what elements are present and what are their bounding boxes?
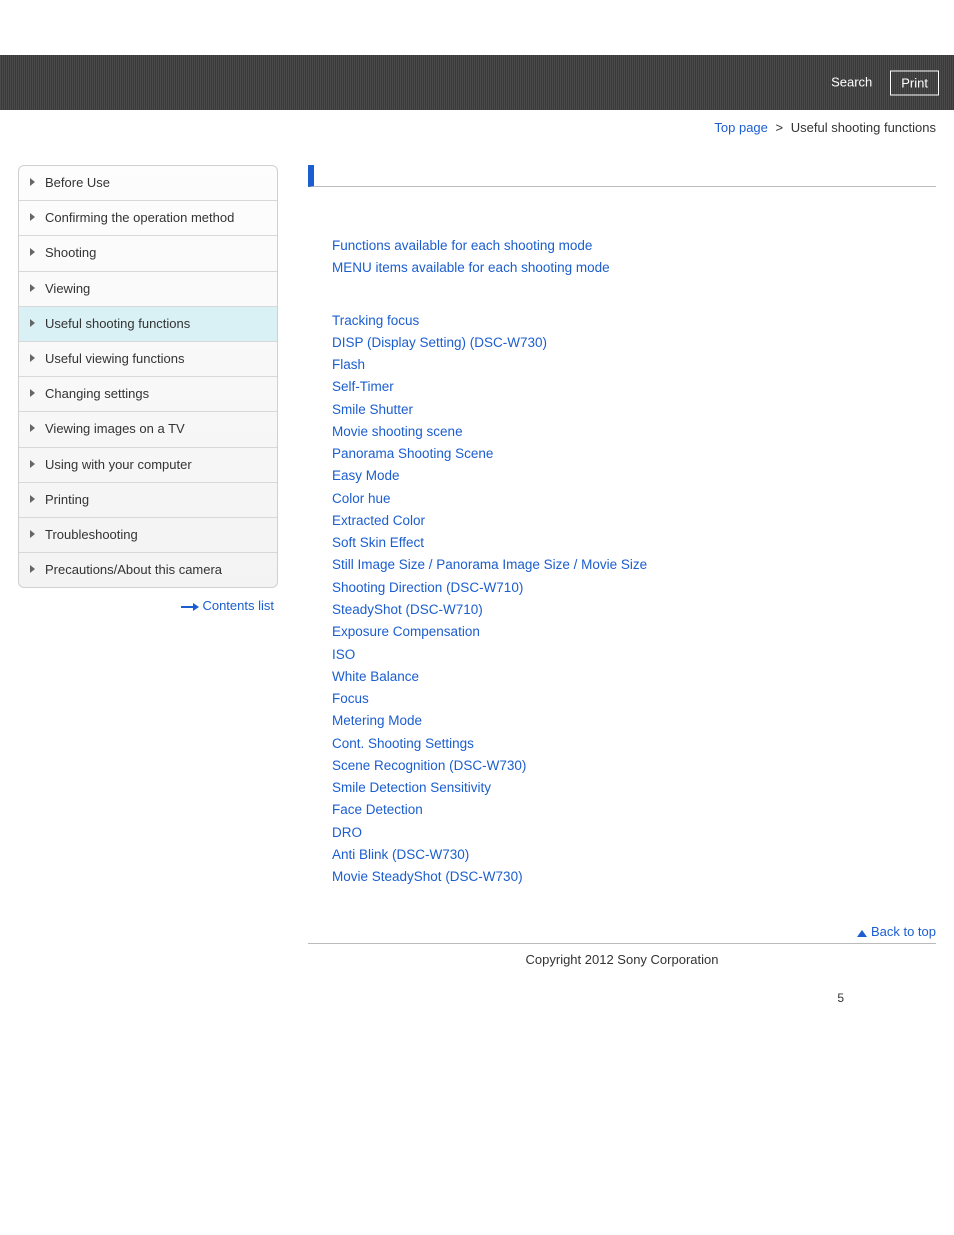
sidebar-item[interactable]: Useful viewing functions: [19, 342, 277, 377]
sidebar-item-label: Changing settings: [45, 386, 149, 401]
sidebar-item[interactable]: Using with your computer: [19, 448, 277, 483]
sidebar: Before Use Confirming the operation metho…: [18, 165, 278, 588]
breadcrumb: Top page > Useful shooting functions: [0, 110, 954, 165]
content-link[interactable]: DRO: [332, 822, 936, 844]
sidebar-item-label: Useful viewing functions: [45, 351, 184, 366]
sidebar-item[interactable]: Before Use: [19, 166, 277, 201]
content-link[interactable]: Functions available for each shooting mo…: [332, 235, 936, 257]
content-link[interactable]: Scene Recognition (DSC-W730): [332, 755, 936, 777]
link-group-functions: Tracking focusDISP (Display Setting) (DS…: [332, 310, 936, 889]
content-link[interactable]: White Balance: [332, 666, 936, 688]
content-link[interactable]: Focus: [332, 688, 936, 710]
content-link[interactable]: Still Image Size / Panorama Image Size /…: [332, 554, 936, 576]
content-link[interactable]: Self-Timer: [332, 376, 936, 398]
content-link[interactable]: Shooting Direction (DSC-W710): [332, 577, 936, 599]
header-band: Search Print: [0, 55, 954, 110]
sidebar-item[interactable]: Printing: [19, 483, 277, 518]
breadcrumb-current: Useful shooting functions: [791, 120, 936, 135]
sidebar-item-label: Useful shooting functions: [45, 316, 190, 331]
back-to-top-row: Back to top: [308, 918, 936, 944]
triangle-up-icon: [857, 930, 867, 937]
content-link[interactable]: MENU items available for each shooting m…: [332, 257, 936, 279]
sidebar-item-label: Precautions/About this camera: [45, 562, 222, 577]
header-actions: Search Print: [821, 70, 939, 95]
content-link[interactable]: Color hue: [332, 488, 936, 510]
content-link[interactable]: Soft Skin Effect: [332, 532, 936, 554]
sidebar-item[interactable]: Troubleshooting: [19, 518, 277, 553]
sidebar-wrapper: Before Use Confirming the operation metho…: [18, 165, 278, 613]
content-link[interactable]: SteadyShot (DSC-W710): [332, 599, 936, 621]
content-link[interactable]: Smile Detection Sensitivity: [332, 777, 936, 799]
sidebar-item[interactable]: Shooting: [19, 236, 277, 271]
content-link[interactable]: DISP (Display Setting) (DSC-W730): [332, 332, 936, 354]
sidebar-item-label: Before Use: [45, 175, 110, 190]
sidebar-item-label: Printing: [45, 492, 89, 507]
contents-list-row: Contents list: [18, 588, 278, 613]
content-link[interactable]: Smile Shutter: [332, 399, 936, 421]
content-link[interactable]: Flash: [332, 354, 936, 376]
content-link[interactable]: Anti Blink (DSC-W730): [332, 844, 936, 866]
arrow-right-icon: [181, 604, 199, 610]
breadcrumb-separator: >: [772, 120, 788, 135]
sidebar-item-label: Troubleshooting: [45, 527, 138, 542]
sidebar-item-label: Confirming the operation method: [45, 210, 234, 225]
content-link[interactable]: Face Detection: [332, 799, 936, 821]
search-button[interactable]: Search: [821, 70, 882, 95]
page-number: 5: [837, 991, 844, 1005]
content-link[interactable]: Metering Mode: [332, 710, 936, 732]
copyright-text: Copyright 2012 Sony Corporation: [308, 944, 936, 975]
content-link[interactable]: ISO: [332, 644, 936, 666]
sidebar-item[interactable]: Useful shooting functions: [19, 307, 277, 342]
sidebar-item[interactable]: Confirming the operation method: [19, 201, 277, 236]
sidebar-item[interactable]: Viewing: [19, 272, 277, 307]
link-group-overview: Functions available for each shooting mo…: [332, 235, 936, 280]
main-content: Functions available for each shooting mo…: [308, 165, 936, 975]
back-to-top-link[interactable]: Back to top: [857, 924, 936, 939]
contents-list-link[interactable]: Contents list: [202, 598, 274, 613]
content-link[interactable]: Extracted Color: [332, 510, 936, 532]
sidebar-item-label: Using with your computer: [45, 457, 192, 472]
sidebar-item[interactable]: Viewing images on a TV: [19, 412, 277, 447]
print-button[interactable]: Print: [890, 70, 939, 95]
content-link[interactable]: Cont. Shooting Settings: [332, 733, 936, 755]
sidebar-item-label: Shooting: [45, 245, 96, 260]
sidebar-item-label: Viewing: [45, 281, 90, 296]
content-link[interactable]: Tracking focus: [332, 310, 936, 332]
content-link[interactable]: Panorama Shooting Scene: [332, 443, 936, 465]
breadcrumb-top-link[interactable]: Top page: [714, 120, 768, 135]
sidebar-item[interactable]: Changing settings: [19, 377, 277, 412]
sidebar-item[interactable]: Precautions/About this camera: [19, 553, 277, 587]
content-link[interactable]: Exposure Compensation: [332, 621, 936, 643]
section-title-bar: [308, 165, 936, 187]
content-link[interactable]: Movie shooting scene: [332, 421, 936, 443]
content-link[interactable]: Easy Mode: [332, 465, 936, 487]
content-link[interactable]: Movie SteadyShot (DSC-W730): [332, 866, 936, 888]
sidebar-item-label: Viewing images on a TV: [45, 421, 185, 436]
back-to-top-label: Back to top: [871, 924, 936, 939]
